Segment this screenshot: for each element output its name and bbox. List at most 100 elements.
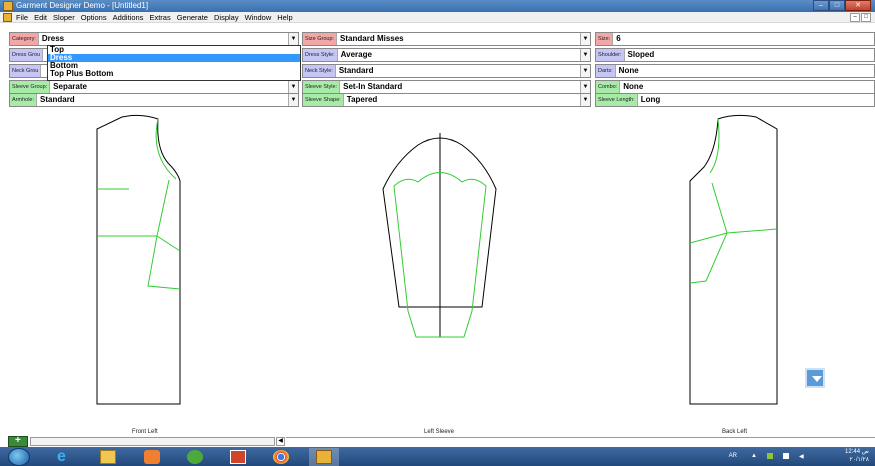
back-left-piece[interactable]	[689, 114, 778, 405]
clock[interactable]: 12:44 ص ٢٠/١/٢٨	[833, 448, 869, 464]
pattern-drawing	[96, 114, 778, 405]
shoulder-label: Shoulder:	[596, 49, 625, 61]
garment-designer-window: Garment Designer Demo - [Untitled1] – □ …	[0, 0, 875, 466]
front-left-piece[interactable]	[96, 114, 181, 405]
size-value: 6	[616, 34, 621, 43]
document-icon[interactable]	[3, 13, 12, 22]
chevron-down-icon[interactable]: ▼	[580, 49, 590, 61]
category-value: Dress	[41, 34, 65, 43]
pattern-canvas[interactable]: Front Left Left Sleeve Back Left	[0, 111, 875, 436]
scroll-left-icon[interactable]: ◀	[276, 437, 285, 446]
chevron-up-icon[interactable]: ▲	[751, 453, 757, 459]
sleeve-group-value: Separate	[53, 82, 87, 91]
front-left-dart-guide	[97, 179, 181, 290]
sleeve-style-value: Set-In Standard	[343, 82, 403, 91]
minimize-button[interactable]: –	[813, 0, 829, 11]
window-controls: – □ ✕	[813, 0, 871, 11]
sleeve-length-label: Sleeve Length:	[596, 94, 638, 106]
back-left-label: Back Left	[722, 429, 748, 435]
neck-style-select[interactable]: Neck Style: Standard ▼	[302, 64, 591, 78]
taskbar-ie[interactable]: e	[50, 448, 80, 466]
chevron-down-icon[interactable]: ▼	[580, 81, 590, 93]
dropdown-option-dress[interactable]: Dress	[48, 54, 300, 62]
chevron-down-icon[interactable]: ▼	[288, 33, 298, 45]
taskbar-garment-designer[interactable]	[309, 448, 339, 466]
menu-bar: File Edit Sloper Options Additions Extra…	[0, 12, 875, 23]
darts-label: Darts:	[596, 65, 616, 77]
doc-minimize-button[interactable]: –	[850, 13, 860, 22]
network-icon[interactable]	[767, 453, 773, 459]
size-select[interactable]: Size: 6	[595, 32, 875, 46]
size-group-value: Standard Misses	[340, 34, 404, 43]
chevron-down-icon[interactable]: ▼	[288, 81, 298, 93]
dress-style-value: Average	[340, 50, 372, 59]
shoulder-select[interactable]: Shoulder: Sloped	[595, 48, 875, 62]
menu-additions[interactable]: Additions	[113, 12, 144, 23]
menu-help[interactable]: Help	[277, 12, 292, 23]
window-title: Garment Designer Demo - [Untitled1]	[16, 1, 149, 10]
chevron-down-icon[interactable]: ▼	[288, 94, 298, 106]
combo-label: Combo:	[596, 81, 621, 93]
media-player-icon	[144, 450, 160, 464]
back-left-outline	[689, 114, 778, 405]
taskbar-chrome[interactable]	[266, 448, 296, 466]
menu-items: File Edit Sloper Options Additions Extra…	[16, 12, 299, 23]
left-sleeve-piece[interactable]	[382, 133, 497, 338]
neck-group-label: Neck Grou	[10, 65, 42, 77]
dress-style-select[interactable]: Dress Style: Average ▼	[302, 48, 591, 62]
document-controls: – □	[849, 13, 871, 22]
combo-select[interactable]: Combo: None	[595, 80, 875, 94]
scrollbar-track[interactable]	[30, 437, 275, 446]
start-button[interactable]	[8, 448, 30, 466]
chevron-down-icon[interactable]: ▼	[580, 65, 590, 77]
add-icon[interactable]	[8, 435, 28, 447]
system-tray: AR ▲ ◀ 12:44 ص ٢٠/١/٢٨	[669, 447, 869, 466]
menu-window[interactable]: Window	[245, 12, 272, 23]
category-select[interactable]: Category: Dress ▼	[9, 32, 299, 46]
menu-display[interactable]: Display	[214, 12, 239, 23]
menu-options[interactable]: Options	[81, 12, 107, 23]
clock-time: 12:44 ص	[845, 449, 869, 455]
armhole-select[interactable]: Armhole: Standard ▼	[9, 93, 299, 107]
volume-icon[interactable]: ◀	[799, 453, 805, 460]
chrome-icon	[273, 450, 289, 464]
chevron-down-icon[interactable]: ▼	[580, 33, 590, 45]
language-indicator[interactable]: AR	[729, 453, 737, 459]
menu-edit[interactable]: Edit	[34, 12, 47, 23]
taskbar-media[interactable]	[137, 448, 167, 466]
taskbar-explorer[interactable]	[93, 448, 123, 466]
sleeve-shape-value: Tapered	[346, 95, 378, 104]
sleeve-group-select[interactable]: Sleeve Group: Separate ▼	[9, 80, 299, 94]
sleeve-style-select[interactable]: Sleeve Style: Set-In Standard ▼	[302, 80, 591, 94]
menu-extras[interactable]: Extras	[149, 12, 170, 23]
size-group-label: Size Group:	[303, 33, 338, 45]
doc-restore-button[interactable]: □	[861, 13, 871, 22]
front-left-label: Front Left	[132, 429, 158, 435]
taskbar-torrent[interactable]	[180, 448, 210, 466]
horizontal-scrollbar: ◀	[8, 435, 875, 447]
category-label: Category:	[10, 33, 39, 45]
dropdown-option-top-plus-bottom[interactable]: Top Plus Bottom	[48, 70, 300, 78]
chevron-down-icon[interactable]: ▼	[580, 94, 590, 106]
sleeve-shape-select[interactable]: Sleeve Shape: Tapered ▼	[302, 93, 591, 107]
shoulder-value: Sloped	[627, 50, 655, 59]
menu-sloper[interactable]: Sloper	[53, 12, 75, 23]
dropdown-option-top[interactable]: Top	[48, 46, 300, 54]
darts-select[interactable]: Darts: None	[595, 64, 875, 78]
dress-style-label: Dress Style:	[303, 49, 338, 61]
sleeve-length-select[interactable]: Sleeve Length: Long	[595, 93, 875, 107]
maximize-button[interactable]: □	[829, 0, 845, 11]
neck-style-value: Standard	[338, 66, 374, 75]
options-row-4: Sleeve Group: Separate ▼ Sleeve Style: S…	[0, 80, 875, 94]
taskbar-powerpoint[interactable]	[223, 448, 253, 466]
size-group-select[interactable]: Size Group: Standard Misses ▼	[302, 32, 591, 46]
signal-icon[interactable]	[783, 453, 789, 459]
scrollbar-track-right[interactable]	[286, 437, 875, 446]
size-label: Size:	[596, 33, 614, 45]
menu-file[interactable]: File	[16, 12, 28, 23]
close-button[interactable]: ✕	[845, 0, 871, 11]
sleeve-group-label: Sleeve Group:	[10, 81, 51, 93]
menu-generate[interactable]: Generate	[177, 12, 208, 23]
neck-style-label: Neck Style:	[303, 65, 336, 77]
scroll-down-button[interactable]	[805, 368, 825, 388]
